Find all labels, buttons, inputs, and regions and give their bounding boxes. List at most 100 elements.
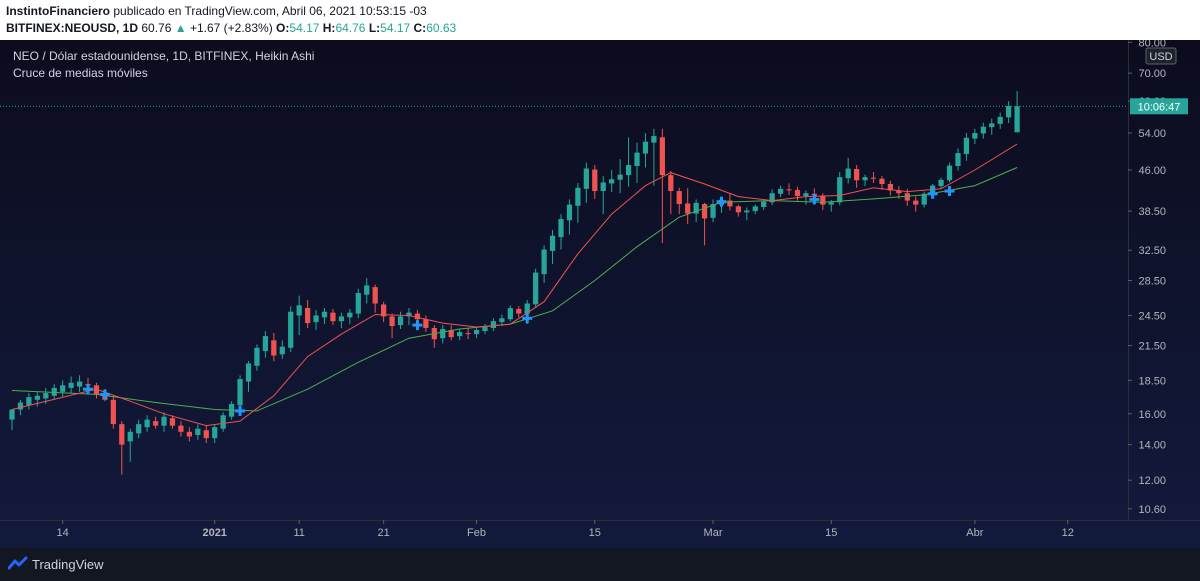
candle-body bbox=[701, 204, 708, 219]
publish-info: InstintoFinanciero publicado en TradingV… bbox=[6, 4, 427, 18]
candle-body bbox=[566, 204, 573, 221]
low-label: L: bbox=[368, 21, 381, 35]
tradingview-logo-icon[interactable] bbox=[8, 556, 28, 572]
candle-body bbox=[651, 136, 657, 143]
price-tick-label: 54.00 bbox=[1138, 128, 1166, 140]
time-tick-label: 14 bbox=[57, 527, 69, 539]
price-tick-label: 21.50 bbox=[1138, 341, 1166, 353]
candle-body bbox=[313, 315, 319, 323]
candle-body bbox=[938, 179, 944, 187]
countdown-badge: 10:06:47 bbox=[1130, 98, 1188, 115]
brand-name[interactable]: TradingView bbox=[32, 557, 104, 572]
candle-body bbox=[321, 311, 328, 318]
candle-body bbox=[600, 182, 606, 192]
candle-body bbox=[169, 418, 176, 426]
candle-body bbox=[144, 419, 150, 428]
price-chart[interactable]: 80.0070.0062.0054.0046.0038.5032.5028.50… bbox=[0, 40, 1200, 548]
candle-body bbox=[304, 308, 311, 324]
candle-body bbox=[955, 153, 961, 167]
candle bbox=[288, 306, 294, 353]
candle-body bbox=[617, 174, 623, 180]
candle-body bbox=[1006, 106, 1012, 118]
price-tick-label: 70.00 bbox=[1138, 68, 1166, 80]
candle-body bbox=[777, 188, 784, 194]
candle-body bbox=[668, 175, 674, 192]
candle-body bbox=[913, 200, 919, 205]
candle-body bbox=[853, 169, 860, 181]
candle-body bbox=[558, 219, 564, 238]
candle-body bbox=[355, 293, 361, 314]
candle-body bbox=[862, 177, 868, 181]
candle-body bbox=[625, 165, 632, 176]
ohlc-line: BITFINEX:NEOUSD, 1D 60.76 ▲ +1.67 (+2.83… bbox=[6, 21, 456, 35]
candle bbox=[946, 162, 953, 183]
candle-body bbox=[482, 327, 488, 332]
candle-body bbox=[989, 123, 995, 128]
candle-body bbox=[347, 312, 353, 318]
candle-body bbox=[34, 395, 40, 400]
candle-body bbox=[423, 319, 429, 329]
candle-body bbox=[397, 316, 404, 326]
candle-body bbox=[794, 189, 801, 197]
candle-body bbox=[212, 427, 218, 439]
time-tick-label: Mar bbox=[704, 527, 723, 539]
candle-body bbox=[220, 415, 226, 429]
time-tick-label: 11 bbox=[293, 527, 304, 539]
candle-body bbox=[51, 387, 57, 396]
price-tick-label: 38.50 bbox=[1138, 206, 1166, 218]
candle-body bbox=[744, 210, 750, 213]
currency-badge[interactable]: USD bbox=[1145, 47, 1177, 65]
candle-body bbox=[735, 206, 741, 213]
chart-background bbox=[0, 40, 1200, 548]
candle-body bbox=[820, 195, 826, 205]
chart-title: NEO / Dólar estadounidense, 1D, BITFINEX… bbox=[13, 49, 314, 63]
candle-body bbox=[549, 235, 556, 251]
candle-body bbox=[60, 385, 66, 392]
candle-body bbox=[870, 177, 877, 179]
countdown-label: 10:06:47 bbox=[1138, 101, 1181, 113]
candle-body bbox=[575, 187, 581, 206]
candle-body bbox=[904, 193, 910, 201]
price-tick-label: 24.50 bbox=[1138, 310, 1166, 322]
time-tick-label: 12 bbox=[1062, 527, 1074, 539]
candle-body bbox=[9, 409, 15, 420]
author-name[interactable]: InstintoFinanciero bbox=[6, 4, 110, 18]
candle-body bbox=[414, 313, 421, 320]
candle-body bbox=[837, 177, 843, 203]
candle-body bbox=[828, 202, 834, 205]
candle-body bbox=[609, 179, 615, 184]
candle-body bbox=[76, 381, 83, 387]
change-arrow-icon: ▲ bbox=[174, 21, 187, 35]
candle-body bbox=[583, 168, 589, 189]
candle-body bbox=[1014, 106, 1020, 133]
candle-body bbox=[245, 363, 252, 382]
candle-body bbox=[26, 397, 32, 406]
candle-body bbox=[288, 311, 294, 348]
candle-body bbox=[127, 431, 133, 442]
candle bbox=[110, 395, 116, 429]
candle-body bbox=[457, 332, 463, 337]
candle-body bbox=[516, 308, 522, 314]
candle-body bbox=[752, 206, 758, 212]
candle-body bbox=[473, 330, 480, 335]
candle-body bbox=[17, 402, 24, 410]
candle-body bbox=[592, 169, 598, 192]
candle-body bbox=[786, 189, 792, 191]
candle-body bbox=[178, 425, 184, 432]
candle-body bbox=[997, 116, 1003, 124]
time-tick-label: 2021 bbox=[202, 527, 226, 539]
candle-body bbox=[659, 137, 665, 176]
candle-body bbox=[237, 379, 243, 406]
candle-body bbox=[634, 152, 640, 167]
time-tick-label: 21 bbox=[378, 527, 390, 539]
candle-body bbox=[642, 141, 649, 154]
close-label: C: bbox=[413, 21, 427, 35]
time-tick-label: Feb bbox=[467, 527, 486, 539]
candle-body bbox=[279, 346, 285, 355]
published-text: publicado en TradingView.com, Abril 06, … bbox=[113, 4, 427, 18]
price-tick-label: 14.00 bbox=[1138, 440, 1166, 452]
candle-body bbox=[262, 336, 269, 352]
candle-body bbox=[364, 285, 370, 295]
price-tick-label: 10.60 bbox=[1138, 504, 1166, 516]
price-tick-label: 32.50 bbox=[1138, 245, 1166, 257]
